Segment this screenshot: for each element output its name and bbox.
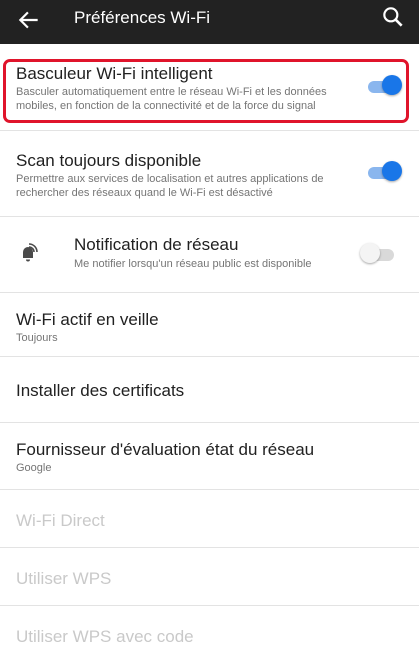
setting-title: Wi-Fi Direct xyxy=(16,511,105,530)
setting-title: Wi-Fi actif en veille xyxy=(16,310,159,329)
setting-network-rating-provider[interactable]: Fournisseur d'évaluation état du réseau … xyxy=(0,422,419,489)
setting-title: Utiliser WPS xyxy=(16,569,112,588)
setting-title: Notification de réseau xyxy=(74,235,239,254)
app-bar: Préférences Wi-Fi xyxy=(0,0,419,44)
toggle-switch[interactable] xyxy=(360,243,396,265)
setting-description: Google xyxy=(16,462,52,474)
page-title: Préférences Wi-Fi xyxy=(74,8,211,27)
setting-network-notification[interactable]: Notification de réseau Me notifier lorsq… xyxy=(0,216,419,292)
setting-title: Scan toujours disponible xyxy=(16,151,202,170)
setting-scan-always-available[interactable]: Scan toujours disponible Permettre aux s… xyxy=(0,130,419,216)
highlight-frame xyxy=(3,59,409,123)
arrow-left-icon[interactable] xyxy=(16,7,42,33)
setting-title: Installer des certificats xyxy=(16,381,185,400)
setting-description: Me notifier lorsqu'un réseau public est … xyxy=(74,258,312,270)
wifi-notification-icon xyxy=(23,243,38,262)
setting-wifi-sleep[interactable]: Wi-Fi actif en veille Toujours xyxy=(0,292,419,356)
setting-description: rechercher des réseaux quand le Wi-Fi es… xyxy=(16,187,273,199)
setting-use-wps-pin: Utiliser WPS avec code xyxy=(0,605,419,646)
setting-title: Fournisseur d'évaluation état du réseau xyxy=(16,440,315,459)
setting-description: Permettre aux services de localisation e… xyxy=(16,173,324,185)
setting-install-certificates[interactable]: Installer des certificats xyxy=(0,356,419,422)
setting-wifi-direct: Wi-Fi Direct xyxy=(0,489,419,547)
toggle-switch[interactable] xyxy=(368,161,402,183)
search-icon[interactable] xyxy=(380,4,406,30)
settings-list: Basculeur Wi-Fi intelligent Basculer aut… xyxy=(0,44,419,646)
setting-description: Toujours xyxy=(16,332,58,344)
setting-use-wps: Utiliser WPS xyxy=(0,547,419,605)
setting-title: Utiliser WPS avec code xyxy=(16,627,194,646)
